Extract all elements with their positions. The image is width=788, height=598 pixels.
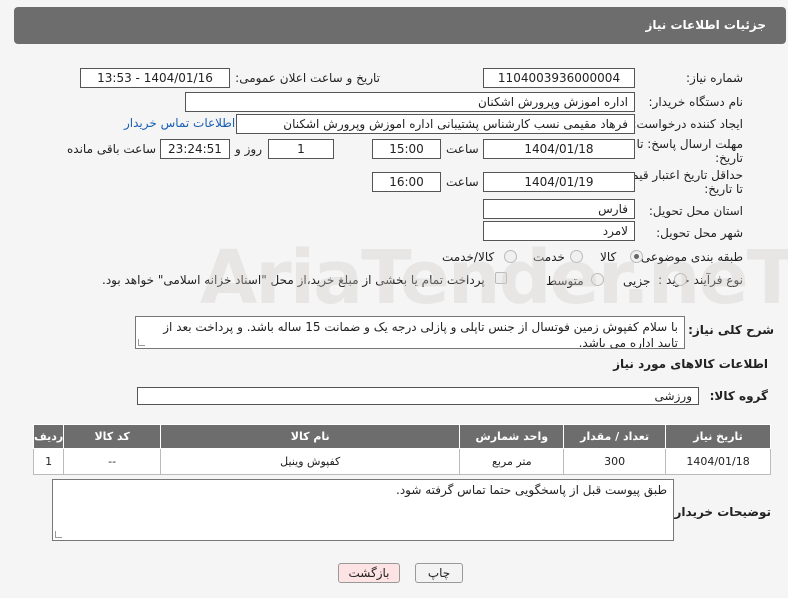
buyer-org-label: نام دستگاه خریدار:	[648, 95, 744, 109]
creator-field: فرهاد مقیمی نسب کارشناس پشتیبانی اداره ا…	[236, 114, 635, 134]
price-time-field: 16:00	[372, 172, 441, 192]
header-bar: جزئیات اطلاعات نیاز	[14, 7, 786, 44]
contact-info-link[interactable]: اطلاعات تماس خریدار	[124, 116, 235, 130]
col-code: کد کالا	[63, 424, 162, 449]
province-field: فارس	[483, 199, 635, 219]
deadline-date-field: 1404/01/18	[483, 139, 635, 159]
category-service-label: خدمت	[533, 250, 565, 264]
deadline-time-label: ساعت	[446, 142, 479, 156]
col-unit: واحد شمارش	[459, 424, 565, 449]
goods-group-label: گروه کالا:	[709, 389, 768, 403]
announce-field: 1404/01/16 - 13:53	[80, 68, 230, 88]
need-number-label: شماره نیاز:	[686, 71, 743, 85]
cell-qty: 300	[563, 448, 667, 475]
announce-label: تاریخ و ساعت اعلان عمومی:	[235, 71, 380, 85]
creator-label: ایجاد کننده درخواست:	[632, 117, 743, 131]
days-field: 1	[268, 139, 334, 159]
back-button[interactable]: بازگشت	[338, 563, 400, 583]
resize-handle-icon[interactable]	[55, 531, 62, 538]
buyer-notes-text: طبق پیوست قبل از پاسخگویی حتما تماس گرفت…	[396, 483, 667, 497]
cell-unit: متر مربع	[459, 448, 565, 475]
goods-info-title: اطلاعات کالاهای مورد نیاز	[613, 357, 768, 371]
remaining-time-field: 23:24:51	[160, 139, 230, 159]
col-qty: تعداد / مقدار	[563, 424, 667, 449]
col-date: تاریخ نیاز	[665, 424, 771, 449]
category-both-label: کالا/خدمت	[442, 250, 495, 264]
process-minor-label: جزیی	[623, 274, 651, 288]
process-minor-radio[interactable]	[674, 273, 687, 286]
buyer-org-field: اداره اموزش وپرورش اشکنان	[185, 92, 635, 112]
remaining-label: ساعت باقی مانده	[67, 142, 157, 156]
need-number-field: 1104003936000004	[483, 68, 635, 88]
description-label: شرح کلی نیاز:	[688, 323, 774, 337]
cell-name: کفپوش وینیل	[160, 448, 461, 475]
price-time-label: ساعت	[446, 175, 479, 189]
cell-row: 1	[32, 448, 65, 475]
category-label: طبقه بندی موضوعی:	[636, 250, 743, 264]
treasury-payment-note: پرداخت تمام یا بخشی از مبلغ خرید،از محل …	[102, 273, 485, 287]
days-label: روز و	[235, 142, 262, 156]
goods-table: ردیف کد کالا نام کالا واحد شمارش تعداد /…	[32, 424, 771, 475]
cell-code: --	[63, 448, 162, 475]
resize-handle-icon[interactable]	[138, 339, 145, 346]
cell-date: 1404/01/18	[665, 448, 771, 475]
page-title: جزئیات اطلاعات نیاز	[645, 18, 766, 32]
description-textarea: با سلام کفپوش زمین فوتسال از جنس تاپلی و…	[135, 316, 685, 349]
deadline-label-2: تاریخ:	[715, 151, 743, 165]
process-medium-radio[interactable]	[591, 273, 604, 286]
city-field: لامرد	[483, 221, 635, 241]
goods-group-field: ورزشی	[137, 387, 699, 405]
process-medium-label: متوسط	[546, 274, 584, 288]
category-both-radio[interactable]	[504, 250, 517, 263]
print-button[interactable]: چاپ	[415, 563, 463, 583]
province-label: استان محل تحویل:	[648, 204, 743, 218]
buyer-notes-label: توضیحات خریدار:	[669, 505, 771, 519]
category-goods-radio[interactable]	[630, 250, 643, 263]
process-label: نوع فرآیند خرید :	[658, 273, 743, 287]
price-validity-label: حداقل تاریخ اعتبار قیمت:	[616, 168, 743, 182]
col-row: ردیف	[32, 424, 65, 449]
category-goods-label: کالا	[600, 250, 617, 264]
col-name: نام کالا	[160, 424, 461, 449]
treasury-payment-checkbox[interactable]	[495, 272, 507, 284]
price-validity-label-2: تا تاریخ:	[704, 182, 743, 196]
table-row: 1 -- کفپوش وینیل متر مربع 300 1404/01/18	[32, 448, 771, 475]
deadline-label: مهلت ارسال پاسخ: تا	[636, 137, 743, 151]
buyer-notes-textarea: طبق پیوست قبل از پاسخگویی حتما تماس گرفت…	[52, 479, 674, 541]
category-service-radio[interactable]	[570, 250, 583, 263]
deadline-time-field: 15:00	[372, 139, 441, 159]
description-text: با سلام کفپوش زمین فوتسال از جنس تاپلی و…	[163, 320, 678, 349]
price-date-field: 1404/01/19	[483, 172, 635, 192]
city-label: شهر محل تحویل:	[656, 226, 743, 240]
